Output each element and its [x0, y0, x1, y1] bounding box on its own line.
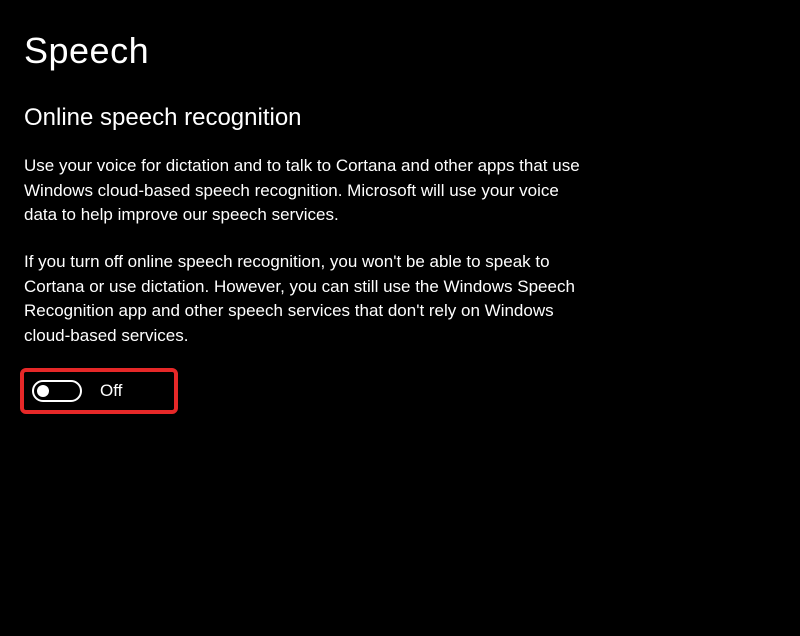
- toggle-knob-icon: [37, 385, 49, 397]
- speech-description-2: If you turn off online speech recognitio…: [24, 250, 584, 349]
- online-speech-toggle[interactable]: [32, 380, 82, 402]
- page-title: Speech: [24, 30, 776, 72]
- section-heading-online-speech: Online speech recognition: [24, 104, 776, 132]
- speech-description-1: Use your voice for dictation and to talk…: [24, 154, 584, 228]
- toggle-highlight-annotation: Off: [20, 368, 178, 414]
- toggle-state-label: Off: [100, 381, 122, 401]
